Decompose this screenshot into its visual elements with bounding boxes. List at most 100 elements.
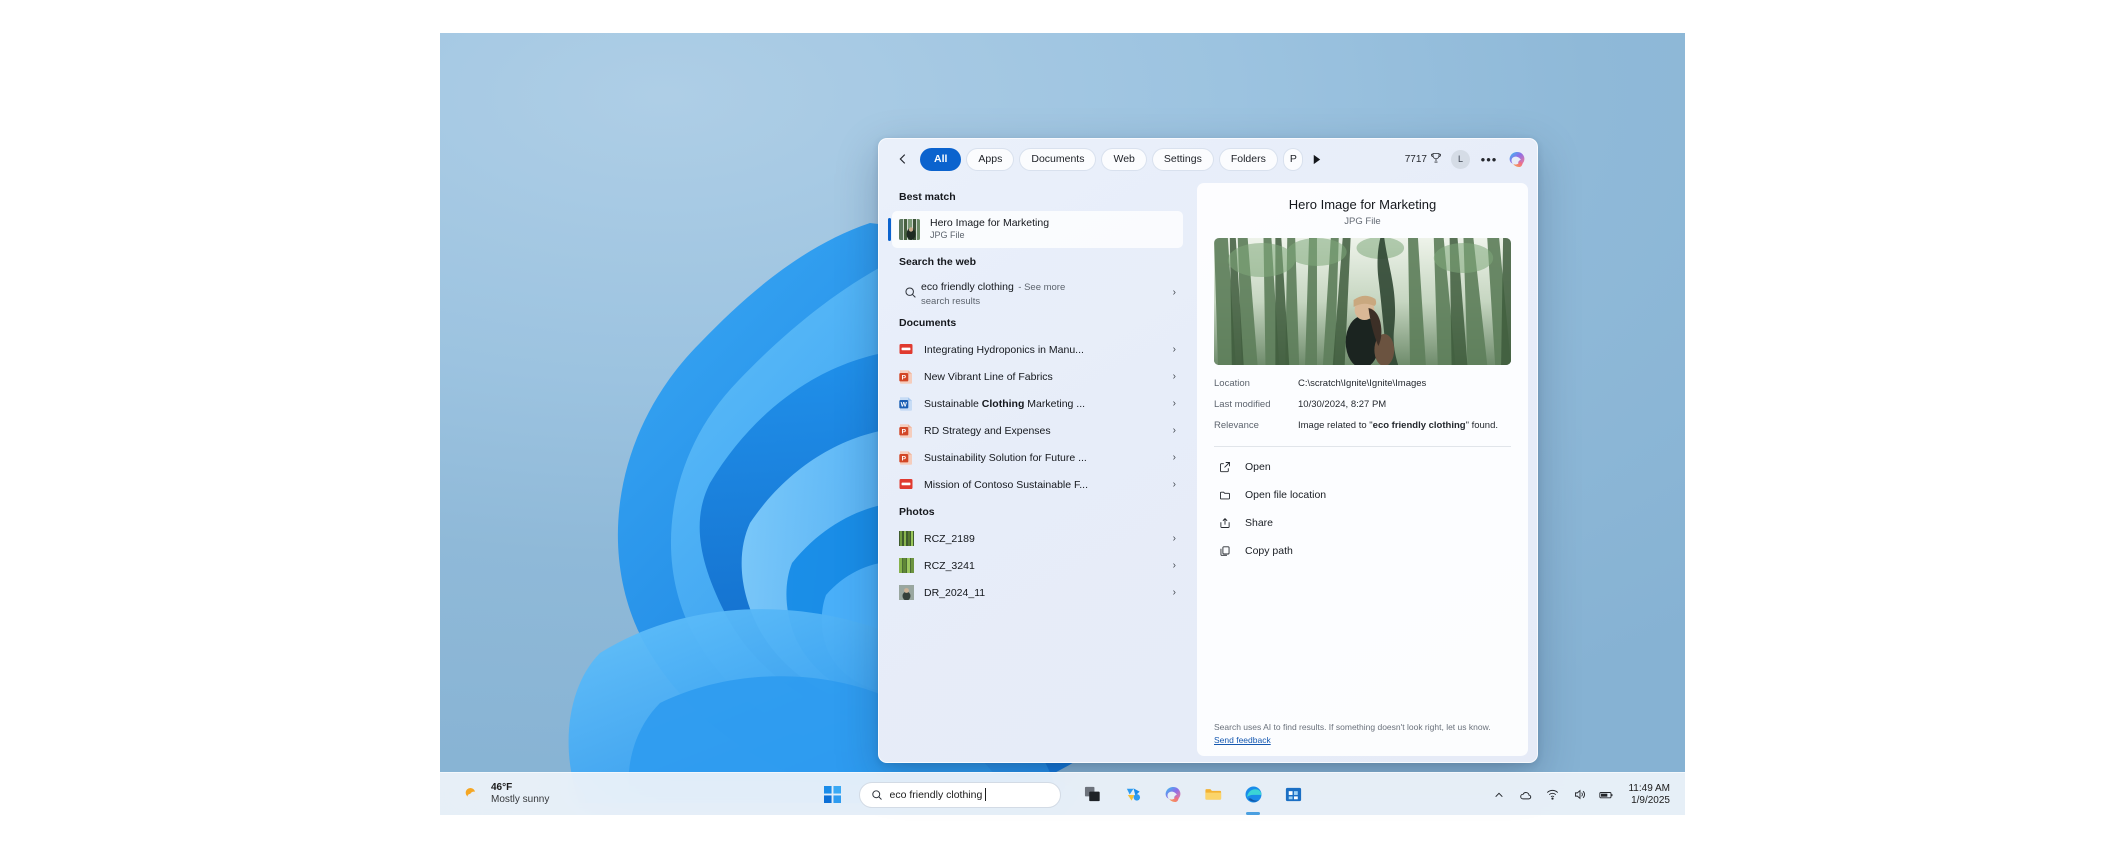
sun-cloud-icon bbox=[462, 784, 483, 805]
document-name-prefix: Sustainable bbox=[924, 398, 982, 410]
action-share[interactable]: Share bbox=[1214, 509, 1511, 537]
rewards-points[interactable]: 7717 bbox=[1405, 152, 1442, 167]
weather-text: 46°F Mostly sunny bbox=[491, 782, 549, 806]
account-avatar[interactable]: L bbox=[1451, 150, 1470, 169]
document-name: RD Strategy and Expenses bbox=[924, 425, 1051, 437]
filter-chip-folders[interactable]: Folders bbox=[1219, 148, 1278, 171]
filter-chip-web[interactable]: Web bbox=[1101, 148, 1146, 171]
chevron-right-icon[interactable]: › bbox=[1173, 287, 1176, 298]
battery-icon[interactable] bbox=[1599, 787, 1614, 802]
chevron-right-icon[interactable]: › bbox=[1173, 344, 1176, 355]
metadata-value: 10/30/2024, 8:27 PM bbox=[1298, 399, 1386, 412]
filter-chip-documents[interactable]: Documents bbox=[1019, 148, 1096, 171]
metadata-row-relevance: Relevance Image related to "eco friendly… bbox=[1214, 420, 1511, 433]
relevance-suffix: " found. bbox=[1466, 420, 1498, 431]
weather-temperature: 46°F bbox=[491, 782, 549, 794]
filter-chip-all[interactable]: All bbox=[920, 148, 961, 171]
ai-disclaimer-text: Search uses AI to find results. If somet… bbox=[1214, 722, 1491, 732]
portrait-photo-thumbnail bbox=[899, 585, 914, 600]
photo-result-2[interactable]: DR_2024_11 › bbox=[892, 579, 1183, 606]
svg-text:P: P bbox=[902, 375, 907, 382]
weather-widget[interactable]: 46°F Mostly sunny bbox=[454, 779, 557, 809]
web-search-result[interactable]: eco friendly clothing - See more search … bbox=[892, 275, 1183, 309]
document-result-1[interactable]: P New Vibrant Line of Fabrics › bbox=[892, 363, 1183, 390]
preview-title: Hero Image for Marketing bbox=[1214, 197, 1511, 212]
chevron-right-icon[interactable]: › bbox=[1173, 479, 1176, 490]
best-match-result[interactable]: Hero Image for Marketing JPG File bbox=[892, 211, 1183, 248]
share-icon bbox=[1217, 517, 1232, 529]
chevron-right-icon[interactable]: › bbox=[1173, 425, 1176, 436]
web-search-subtitle: search results bbox=[921, 296, 1065, 308]
document-result-5[interactable]: Mission of Contoso Sustainable F... › bbox=[892, 471, 1183, 498]
chevron-right-icon[interactable]: › bbox=[1173, 560, 1176, 571]
filter-chip-photos-truncated[interactable]: P bbox=[1283, 148, 1303, 171]
start-button-icon[interactable] bbox=[819, 781, 846, 808]
filter-chip-apps[interactable]: Apps bbox=[966, 148, 1014, 171]
copilot-icon[interactable] bbox=[1508, 150, 1527, 169]
onedrive-icon[interactable] bbox=[1518, 787, 1533, 802]
photo-result-1[interactable]: RCZ_3241 › bbox=[892, 552, 1183, 579]
svg-text:P: P bbox=[902, 456, 907, 463]
taskbar-search-box[interactable]: eco friendly clothing bbox=[859, 782, 1061, 808]
svg-text:P: P bbox=[902, 429, 907, 436]
action-label: Open bbox=[1245, 461, 1271, 473]
copilot-icon[interactable] bbox=[1160, 781, 1187, 808]
show-hidden-icons[interactable] bbox=[1491, 787, 1506, 802]
file-explorer-teams-icon[interactable] bbox=[1120, 781, 1147, 808]
action-open-file-location[interactable]: Open file location bbox=[1214, 481, 1511, 509]
document-name: New Vibrant Line of Fabrics bbox=[924, 371, 1053, 383]
bamboo-forest-thumbnail bbox=[899, 219, 920, 240]
section-title-search-web: Search the web bbox=[879, 248, 1192, 275]
document-name: Sustainable Clothing Marketing ... bbox=[924, 398, 1085, 410]
system-tray: 11:49 AM 1/9/2025 bbox=[1491, 773, 1685, 816]
chevron-right-icon[interactable]: › bbox=[1173, 533, 1176, 544]
search-icon bbox=[871, 789, 883, 801]
metadata-row-location: Location C:\scratch\Ignite\Ignite\Images bbox=[1214, 378, 1511, 391]
chevron-right-icon[interactable]: › bbox=[1173, 398, 1176, 409]
document-result-2[interactable]: W Sustainable Clothing Marketing ... › bbox=[892, 390, 1183, 417]
document-result-3[interactable]: P RD Strategy and Expenses › bbox=[892, 417, 1183, 444]
action-copy-path[interactable]: Copy path bbox=[1214, 537, 1511, 565]
chevron-right-icon[interactable]: › bbox=[1173, 371, 1176, 382]
photo-result-0[interactable]: RCZ_2189 › bbox=[892, 525, 1183, 552]
metadata-key: Location bbox=[1214, 378, 1298, 391]
wifi-icon[interactable] bbox=[1545, 787, 1560, 802]
more-options-icon[interactable]: ••• bbox=[1479, 149, 1499, 169]
text-cursor bbox=[985, 788, 986, 801]
search-icon bbox=[899, 286, 921, 299]
document-name: Sustainability Solution for Future ... bbox=[924, 452, 1087, 464]
powerpoint-file-icon: P bbox=[899, 423, 913, 438]
document-result-0[interactable]: Integrating Hydroponics in Manu... › bbox=[892, 336, 1183, 363]
chevron-right-icon[interactable]: › bbox=[1173, 587, 1176, 598]
microsoft-edge-icon[interactable] bbox=[1240, 781, 1267, 808]
speaker-icon[interactable] bbox=[1572, 787, 1587, 802]
filter-chip-settings[interactable]: Settings bbox=[1152, 148, 1214, 171]
document-name: Integrating Hydroponics in Manu... bbox=[924, 344, 1084, 356]
chevron-right-icon[interactable]: › bbox=[1173, 452, 1176, 463]
scroll-right-icon[interactable] bbox=[1308, 148, 1325, 170]
file-explorer-icon[interactable] bbox=[1200, 781, 1227, 808]
metadata-row-last-modified: Last modified 10/30/2024, 8:27 PM bbox=[1214, 399, 1511, 412]
svg-text:W: W bbox=[901, 402, 908, 409]
bamboo-forest-preview bbox=[1214, 238, 1511, 365]
clock[interactable]: 11:49 AM 1/9/2025 bbox=[1628, 783, 1670, 807]
document-name: Mission of Contoso Sustainable F... bbox=[924, 479, 1088, 491]
document-name-highlight: Clothing bbox=[982, 398, 1025, 410]
send-feedback-link[interactable]: Send feedback bbox=[1214, 735, 1271, 745]
preview-metadata: Location C:\scratch\Ignite\Ignite\Images… bbox=[1214, 378, 1511, 440]
search-flyout-body: Best match bbox=[879, 179, 1537, 762]
task-view-icon[interactable] bbox=[1080, 781, 1107, 808]
photo-name: RCZ_2189 bbox=[924, 533, 975, 545]
green-photo-thumbnail bbox=[899, 558, 914, 573]
microsoft-store-icon[interactable] bbox=[1280, 781, 1307, 808]
action-open[interactable]: Open bbox=[1214, 453, 1511, 481]
web-search-see-more: - See more bbox=[1018, 282, 1065, 293]
ai-disclaimer: Search uses AI to find results. If somet… bbox=[1214, 713, 1511, 746]
web-search-text: eco friendly clothing - See more search … bbox=[921, 276, 1065, 308]
document-result-4[interactable]: P Sustainability Solution for Future ...… bbox=[892, 444, 1183, 471]
weather-condition: Mostly sunny bbox=[491, 794, 549, 806]
section-title-best-match: Best match bbox=[879, 183, 1192, 210]
document-name-suffix: Marketing ... bbox=[1024, 398, 1085, 410]
best-match-name: Hero Image for Marketing bbox=[930, 217, 1049, 230]
back-arrow-icon[interactable] bbox=[891, 147, 915, 171]
